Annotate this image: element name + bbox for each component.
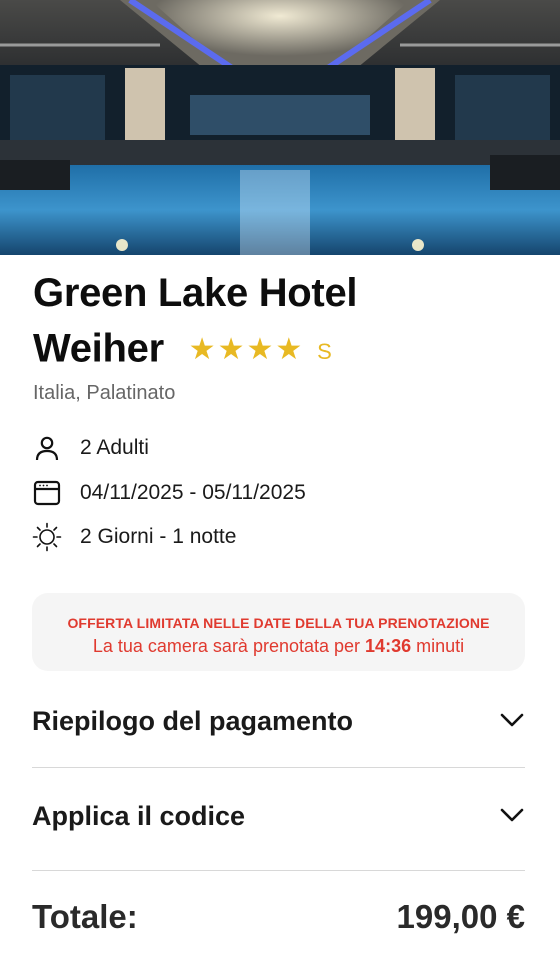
duration-text: 2 Giorni - 1 notte	[80, 525, 237, 548]
hotel-hero-image	[0, 0, 560, 255]
hotel-name-line2: Weiher	[33, 326, 164, 371]
chevron-down-icon[interactable]	[499, 706, 525, 737]
star-rating: ★★★★ S	[189, 319, 332, 379]
star-icons: ★★★★	[188, 333, 305, 366]
total-row: Totale: 199,00 €	[32, 893, 525, 941]
hotel-name-line2-row: Weiher ★★★★ S	[33, 321, 533, 381]
divider	[32, 870, 525, 871]
duration-row: 2 Giorni - 1 notte	[32, 522, 236, 552]
total-label: Totale:	[32, 898, 138, 935]
guests-text: 2 Adulti	[80, 436, 149, 459]
limited-offer-banner: OFFERTA LIMITATA NELLE DATE DELLA TUA PR…	[32, 593, 525, 671]
dates-text: 04/11/2025 - 05/11/2025	[80, 481, 306, 504]
offer-message-prefix: La tua camera sarà prenotata per	[92, 636, 361, 656]
payment-summary-accordion[interactable]: Riepilogo del pagamento	[32, 696, 525, 746]
hotel-name: Green Lake Hotel Weiher ★★★★ S	[33, 266, 533, 381]
payment-summary-label: Riepilogo del pagamento	[32, 705, 354, 736]
offer-message: La tua camera sarà prenotata per 14:36 m…	[32, 636, 525, 657]
hotel-location: Italia, Palatinato	[33, 382, 176, 404]
guests-row: 2 Adulti	[32, 433, 149, 463]
offer-message-suffix: minuti	[416, 636, 465, 656]
dates-row: 04/11/2025 - 05/11/2025	[32, 478, 306, 508]
person-icon	[32, 433, 62, 463]
star-rating-suffix: S	[317, 339, 332, 364]
apply-code-accordion[interactable]: Applica il codice	[32, 791, 525, 841]
pool-photo	[0, 0, 560, 255]
chevron-down-icon[interactable]	[499, 801, 525, 832]
apply-code-label: Applica il codice	[32, 800, 246, 831]
total-amount: 199,00 €	[396, 898, 525, 935]
hotel-name-line1: Green Lake Hotel	[33, 271, 358, 315]
offer-title: OFFERTA LIMITATA NELLE DATE DELLA TUA PR…	[67, 615, 490, 631]
calendar-icon	[32, 478, 62, 508]
sun-icon	[32, 522, 62, 552]
offer-timer: 14:36	[365, 636, 412, 656]
divider	[32, 767, 525, 768]
